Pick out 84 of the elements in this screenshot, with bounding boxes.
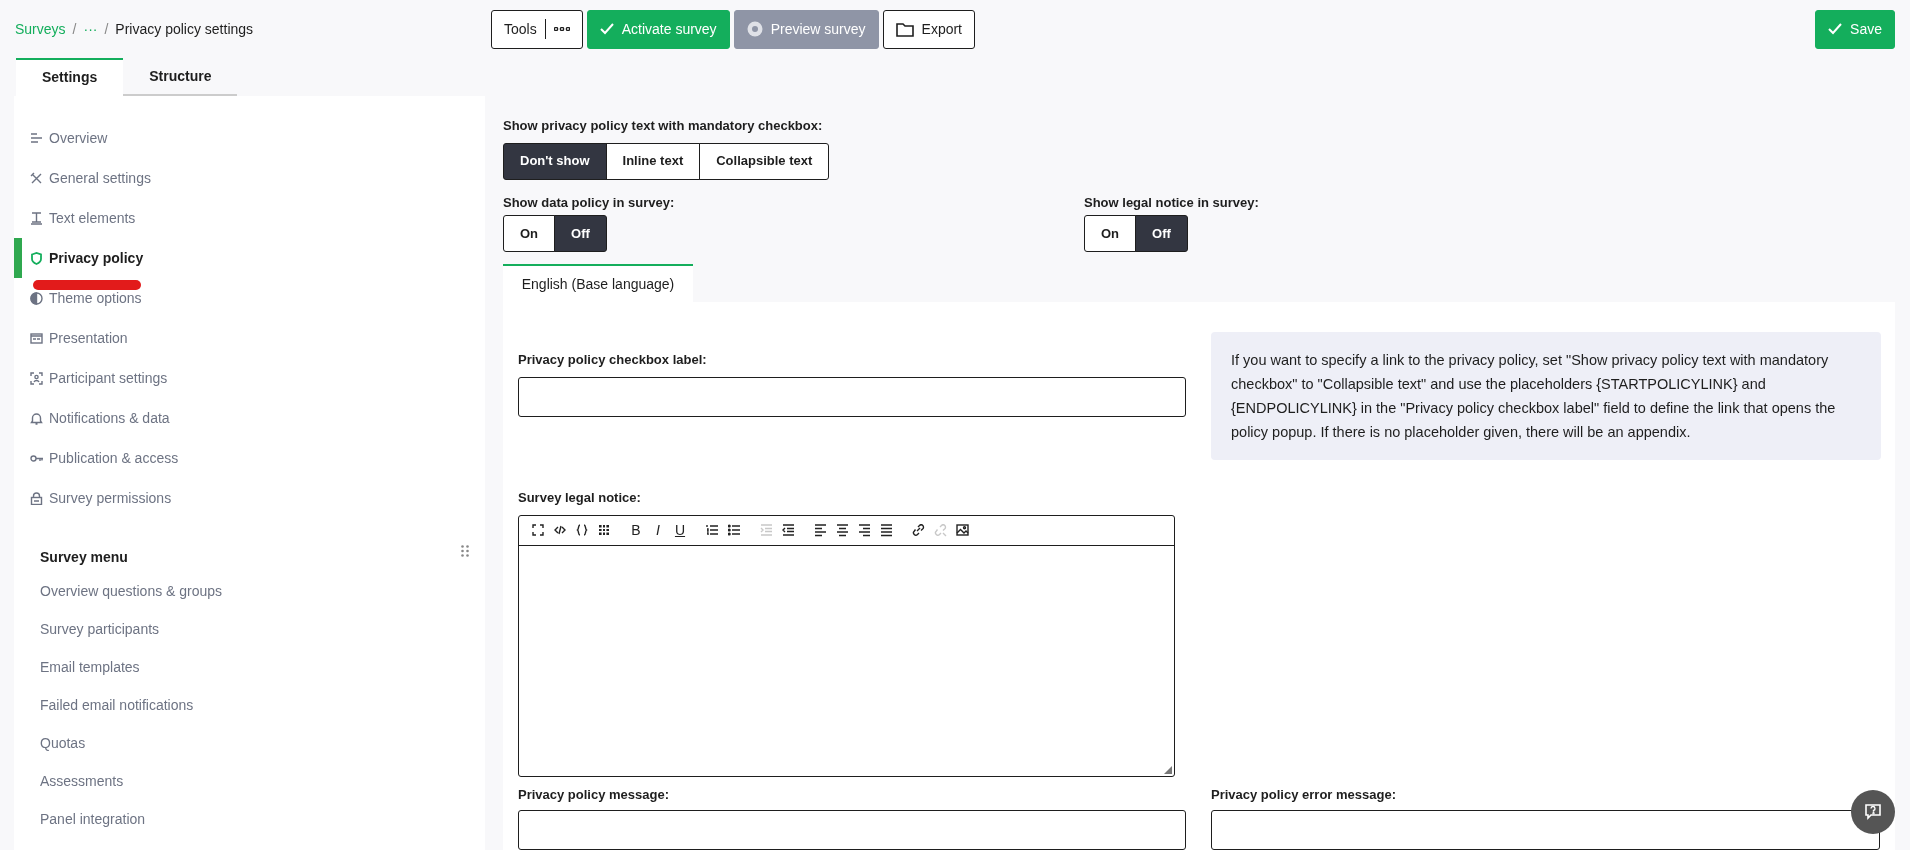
sidebar-item[interactable]: Participant settings xyxy=(14,358,485,398)
folder-icon xyxy=(895,21,914,37)
tools-button[interactable]: Tools xyxy=(491,9,583,49)
breadcrumb-link[interactable]: ··· xyxy=(83,18,98,40)
activate-button[interactable]: Activate survey xyxy=(586,9,730,49)
justify-icon xyxy=(879,523,893,537)
list-icon xyxy=(30,131,43,145)
field-label: Show data policy in survey: xyxy=(503,193,676,212)
field-label: Survey legal notice: xyxy=(518,489,642,507)
breadcrumb-separator: / xyxy=(104,19,109,39)
sidebar-item[interactable]: Publication & access xyxy=(14,438,485,478)
toggle-option[interactable]: On xyxy=(1084,215,1137,252)
person-frame-icon xyxy=(30,371,43,385)
rich-text-editor[interactable]: B I U xyxy=(518,514,1175,777)
input-field[interactable] xyxy=(518,810,1186,850)
numbered-list-icon xyxy=(705,523,719,537)
presentation-icon xyxy=(30,331,43,345)
outdent-icon xyxy=(759,523,773,537)
sidebar-item[interactable]: Theme options xyxy=(14,278,485,318)
fullscreen-icon xyxy=(531,523,545,537)
sidebar-item[interactable]: Notifications & data xyxy=(14,398,485,438)
field-label: Privacy policy message: xyxy=(518,785,671,804)
sidebar-item[interactable]: Privacy policy xyxy=(14,238,485,278)
bold-button[interactable]: B xyxy=(625,519,647,541)
field-label: Privacy policy error message: xyxy=(1211,785,1397,804)
menu-item[interactable]: Email templates xyxy=(14,648,485,686)
check-icon xyxy=(599,23,614,35)
braces-icon xyxy=(575,523,589,537)
link-icon xyxy=(911,523,925,537)
segment-option[interactable]: Collapsible text xyxy=(699,142,830,180)
sidebar-item[interactable]: Overview xyxy=(14,118,485,158)
underline-button[interactable]: U xyxy=(669,519,691,541)
grid-icon xyxy=(597,523,611,537)
field-label: Privacy policy checkbox label: xyxy=(518,351,708,369)
breadcrumb-current: Privacy policy settings xyxy=(115,19,254,39)
menu-item[interactable]: Overview questions & groups xyxy=(14,572,485,610)
language-tab[interactable]: English (Base language) xyxy=(503,264,693,302)
field-label: Show privacy policy text with mandatory checkbox: xyxy=(503,117,824,135)
sidebar-item[interactable]: General settings xyxy=(14,158,485,198)
lock-icon xyxy=(30,491,43,505)
drag-handle-icon[interactable] xyxy=(461,545,469,557)
more-icon xyxy=(553,27,570,31)
eye-icon xyxy=(746,21,763,37)
breadcrumb-link[interactable]: Surveys xyxy=(15,18,66,40)
bell-icon xyxy=(30,411,43,425)
settings-tab[interactable]: Settings xyxy=(16,58,124,96)
segment-option[interactable]: Don't show xyxy=(503,142,607,180)
align-left-icon xyxy=(813,523,827,537)
shield-icon xyxy=(30,251,43,265)
input-field[interactable] xyxy=(518,376,1186,417)
segment-option[interactable]: Inline text xyxy=(605,142,701,180)
menu-item[interactable]: Quotas xyxy=(14,724,485,762)
save-button[interactable]: Save xyxy=(1815,9,1895,49)
toggle-option[interactable]: On xyxy=(503,215,556,252)
active-indicator xyxy=(14,238,22,278)
toggle-option[interactable]: Off xyxy=(1135,215,1188,252)
code-icon xyxy=(553,523,567,537)
sidebar-item[interactable]: Text elements xyxy=(14,198,485,238)
breadcrumb-separator: / xyxy=(72,19,77,39)
contrast-icon xyxy=(30,291,43,305)
unlink-icon xyxy=(933,523,947,537)
bulleted-list-icon xyxy=(727,523,741,537)
sidebar-item[interactable]: Survey permissions xyxy=(14,478,485,518)
align-center-icon xyxy=(835,523,849,537)
italic-button[interactable]: I xyxy=(647,519,669,541)
text-cursor-icon xyxy=(30,211,43,225)
check-icon xyxy=(1828,23,1843,35)
menu-item[interactable]: Survey participants xyxy=(14,610,485,648)
image-icon xyxy=(955,523,969,537)
field-label: Show legal notice in survey: xyxy=(1084,193,1259,212)
menu-item[interactable]: Panel integration xyxy=(14,800,485,838)
align-right-icon xyxy=(857,523,871,537)
export-button[interactable]: Export xyxy=(882,9,975,49)
indent-icon xyxy=(781,523,795,537)
menu-item[interactable]: Failed email notifications xyxy=(14,686,485,724)
chat-question-icon xyxy=(1865,804,1881,820)
input-field[interactable] xyxy=(1211,810,1880,850)
info-box: If you want to specify a link to the privacy policy, set "Show privacy policy text with mandatory checkbox" to "Collapsible text" and use the placeholders {STARTPOLICYLINK} and {ENDPOLICYLINK} in the "Privacy policy checkbox label" field to define the link that opens the policy popup. If there is no placeholder given, there will be an appendix. xyxy=(1211,332,1881,460)
menu-title: Survey menu xyxy=(40,547,128,567)
sidebar-item[interactable]: Presentation xyxy=(14,318,485,358)
tools-icon xyxy=(30,171,43,185)
toggle-option[interactable]: Off xyxy=(554,215,607,252)
menu-item[interactable]: Assessments xyxy=(14,762,485,800)
resize-grip-icon xyxy=(1164,765,1172,774)
